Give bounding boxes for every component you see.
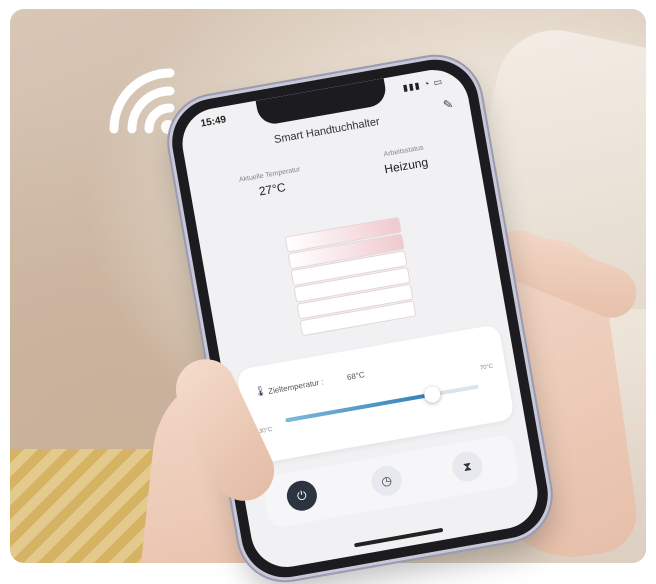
- target-temperature-value: 68°C: [346, 370, 366, 383]
- hourglass-icon: ⧗: [461, 458, 473, 474]
- current-temperature: Aktuelle Temperatur 27°C: [215, 162, 328, 206]
- slider-max-label: 70°C: [479, 363, 494, 372]
- pencil-icon[interactable]: ✎: [442, 97, 454, 113]
- hourglass-button[interactable]: ⧗: [449, 449, 485, 484]
- target-temperature-label: Zieltemperatur :: [267, 377, 325, 396]
- slider-min-label: 30°C: [258, 426, 273, 436]
- operating-mode: Arbeitsstatus Heizung: [349, 138, 462, 182]
- clock-icon: ◷: [380, 473, 393, 489]
- home-indicator: [353, 527, 444, 548]
- status-icons: ▮▮▮ ◔ ▭: [401, 76, 444, 93]
- thermometer-icon: 🌡: [253, 385, 268, 399]
- temperature-slider[interactable]: [285, 384, 479, 423]
- timer-button[interactable]: ◷: [369, 463, 404, 499]
- power-button[interactable]: ⏻: [284, 478, 320, 514]
- slider-knob[interactable]: [422, 385, 442, 404]
- slider-fill: [285, 392, 433, 423]
- status-time: 15:49: [199, 114, 227, 130]
- power-icon: ⏻: [295, 487, 308, 504]
- towel-rack-illustration: [285, 217, 416, 336]
